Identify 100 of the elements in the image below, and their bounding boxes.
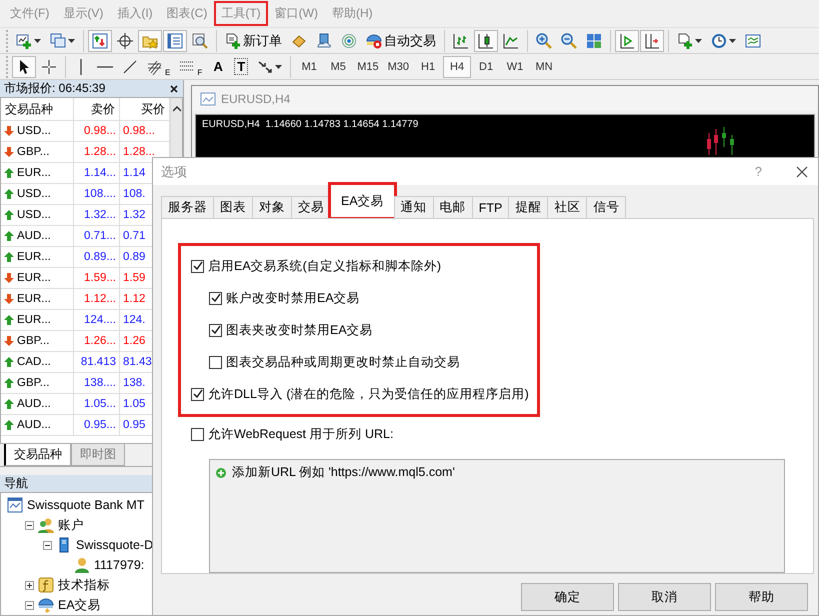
panel-tab[interactable]: 交易品种 bbox=[4, 444, 71, 466]
toolbar-button[interactable]: M15 bbox=[353, 56, 383, 78]
people-icon bbox=[38, 517, 54, 533]
toolbar-button[interactable]: H1 bbox=[414, 56, 442, 78]
ask-price: 1.59 bbox=[123, 272, 146, 284]
dialog-tab[interactable]: 通知 bbox=[394, 196, 434, 218]
toolbar-button[interactable]: 自动交易 bbox=[362, 30, 440, 52]
dialog-tab[interactable]: 服务器 bbox=[161, 196, 214, 218]
tree-item[interactable]: Swissquote-D bbox=[76, 538, 154, 552]
chart-shift-icon bbox=[644, 32, 660, 48]
list-item[interactable]: 添加新URL 例如 'https://www.mql5.com' bbox=[232, 464, 455, 481]
toolbar-button[interactable] bbox=[474, 30, 498, 52]
bid-price: 1.26... bbox=[84, 335, 116, 347]
tile-windows-icon bbox=[586, 32, 602, 48]
ask-price: 1.26 bbox=[123, 335, 146, 347]
collapse-icon[interactable] bbox=[25, 520, 34, 530]
symbol-text: EUR... bbox=[17, 167, 51, 179]
toolbar-button[interactable]: M1 bbox=[295, 56, 324, 78]
checkbox[interactable] bbox=[209, 356, 222, 368]
ask-price: 124. bbox=[123, 314, 146, 326]
ask-price: 0.71 bbox=[123, 230, 146, 242]
cap-stop-icon bbox=[366, 32, 382, 48]
toolbar-button[interactable]: W1 bbox=[501, 56, 530, 78]
symbol-text: AUD... bbox=[17, 230, 51, 242]
symbol-text: CAD... bbox=[17, 356, 51, 368]
dialog-button[interactable]: 确定 bbox=[521, 583, 614, 611]
collapse-icon[interactable] bbox=[43, 540, 52, 550]
symbol-text: USD... bbox=[17, 188, 51, 200]
checkbox-label: 启用EA交易系统(自定义指标和脚本除外) bbox=[208, 258, 441, 274]
ask-price: 108. bbox=[123, 188, 146, 200]
toolbar-button[interactable]: D1 bbox=[472, 56, 500, 78]
ask-price: 1.05 bbox=[123, 398, 146, 410]
document-plus-icon bbox=[677, 32, 693, 48]
ask-price: 1.12 bbox=[123, 293, 146, 305]
checkbox-label: 允许WebRequest 用于所列 URL: bbox=[208, 426, 394, 442]
checkbox-label: 图表交易品种或周期更改时禁止自动交易 bbox=[226, 354, 460, 370]
tree-item[interactable]: 技术指标 bbox=[58, 576, 110, 594]
checkbox[interactable] bbox=[209, 324, 222, 336]
tree-item[interactable]: Swissquote Bank MT bbox=[27, 498, 144, 512]
toolbar-button[interactable]: M30 bbox=[384, 56, 414, 78]
toolbar-button[interactable]: T bbox=[230, 56, 252, 78]
dialog-button[interactable]: 取消 bbox=[618, 583, 711, 611]
candlestick-icon bbox=[478, 32, 494, 48]
toolbar-button[interactable]: H4 bbox=[443, 56, 472, 78]
dialog-tab[interactable]: 信号 bbox=[586, 196, 626, 218]
list-window-icon bbox=[167, 32, 183, 48]
fibonacci-channel-icon bbox=[147, 58, 163, 74]
dialog-title: 选项 bbox=[161, 162, 188, 180]
indicator-window-icon bbox=[745, 32, 761, 48]
zoom-out-icon bbox=[561, 32, 577, 48]
vertical-line-icon bbox=[80, 58, 82, 74]
symbol-text: EUR... bbox=[17, 314, 51, 326]
checkbox[interactable] bbox=[191, 388, 204, 400]
column-header[interactable]: 交易品种 bbox=[1, 98, 74, 121]
toolbar-button[interactable] bbox=[615, 30, 639, 52]
toolbar-button[interactable]: M5 bbox=[324, 56, 352, 78]
checkbox-label: 图表夹改变时禁用EA交易 bbox=[226, 322, 373, 338]
symbol-text: EUR... bbox=[17, 251, 51, 263]
column-header[interactable]: 卖价 bbox=[74, 98, 120, 121]
close-icon[interactable] bbox=[169, 84, 179, 94]
panel-title: 市场报价: 06:45:39 bbox=[4, 80, 106, 97]
bar-chart-icon bbox=[453, 32, 469, 48]
bid-price: 0.89... bbox=[84, 251, 116, 263]
dialog-button[interactable]: 帮助 bbox=[715, 583, 808, 611]
toolbar-button[interactable]: E bbox=[143, 56, 174, 78]
person-icon bbox=[74, 557, 90, 573]
toolbar-button[interactable]: MN bbox=[530, 56, 558, 78]
chart-title: EURUSD,H4 bbox=[221, 92, 290, 106]
bid-price: 124.... bbox=[84, 314, 116, 326]
tree-item[interactable]: 账户 bbox=[58, 516, 84, 534]
plus-icon[interactable] bbox=[216, 468, 226, 478]
chart-window-icon bbox=[200, 90, 216, 106]
close-icon[interactable] bbox=[796, 166, 808, 178]
toolbar-button[interactable]: A bbox=[207, 56, 230, 78]
symbol-text: AUD... bbox=[17, 398, 51, 410]
checkbox[interactable] bbox=[209, 292, 222, 304]
toolbar-button[interactable]: 新订单 bbox=[221, 30, 286, 52]
bid-price: 1.14... bbox=[84, 167, 116, 179]
cloud-icon bbox=[316, 32, 332, 48]
toolbar-button[interactable] bbox=[12, 56, 36, 78]
scroll-up-icon[interactable] bbox=[172, 106, 180, 112]
toolbar-button[interactable]: F bbox=[175, 56, 206, 78]
symbol-text: AUD... bbox=[17, 419, 51, 431]
line-chart-icon bbox=[503, 32, 519, 48]
dialog-tab[interactable]: EA交易 bbox=[330, 184, 395, 218]
toolbar-button[interactable] bbox=[640, 30, 664, 52]
expand-icon[interactable] bbox=[25, 580, 34, 590]
function-icon bbox=[38, 577, 54, 593]
panel-title: 导航 bbox=[4, 475, 28, 492]
trend-line-icon bbox=[122, 58, 138, 74]
windows-icon bbox=[50, 32, 66, 48]
tree-item[interactable]: 1117979: bbox=[94, 558, 144, 572]
ask-price: 138. bbox=[123, 377, 146, 389]
checkbox[interactable] bbox=[191, 428, 204, 440]
tree-item[interactable]: EA交易 bbox=[58, 596, 101, 614]
collapse-icon[interactable] bbox=[25, 600, 34, 610]
checkbox[interactable] bbox=[191, 260, 204, 272]
panel-tab[interactable]: 即时图 bbox=[71, 444, 125, 466]
bid-price: 108.... bbox=[84, 188, 116, 200]
bid-price: 1.12... bbox=[84, 293, 116, 305]
